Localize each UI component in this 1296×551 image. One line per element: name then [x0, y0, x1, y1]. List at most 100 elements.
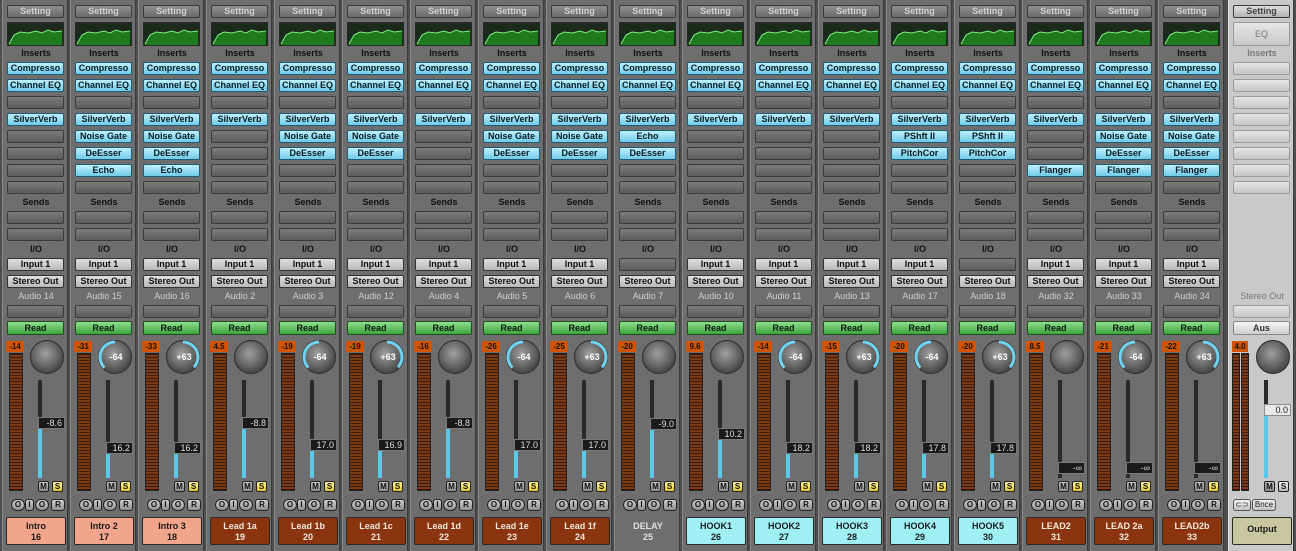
input-monitor-button[interactable]: O: [851, 499, 865, 511]
insert-plugin-slot[interactable]: Noise Gate: [279, 130, 336, 143]
insert-plugin-slot[interactable]: Channel EQ: [1095, 79, 1152, 92]
setting-button[interactable]: Setting: [823, 5, 880, 18]
insert-plugin-slot[interactable]: Echo: [75, 164, 132, 177]
input-button[interactable]: I: [705, 499, 714, 511]
automation-read-button[interactable]: Read: [1027, 321, 1084, 335]
pan-knob[interactable]: +63: [982, 340, 1016, 374]
send-slot[interactable]: [75, 211, 132, 224]
empty-insert-slot[interactable]: [1027, 147, 1084, 160]
channel-name-box[interactable]: LEAD 2a 32: [1094, 517, 1154, 545]
insert-plugin-slot[interactable]: Compresso: [959, 62, 1016, 75]
input-selector[interactable]: Input 1: [279, 258, 336, 271]
input-monitor-button[interactable]: O: [239, 499, 253, 511]
input-monitor-button[interactable]: O: [1191, 499, 1205, 511]
empty-insert-slot[interactable]: [211, 164, 268, 177]
setting-button[interactable]: Setting: [1095, 5, 1152, 18]
record-enable-button[interactable]: O: [283, 499, 297, 511]
mute-button[interactable]: M: [1058, 481, 1069, 492]
record-enable-button[interactable]: O: [691, 499, 705, 511]
automation-slot[interactable]: [1233, 305, 1290, 318]
mute-button[interactable]: M: [1126, 481, 1137, 492]
solo-button[interactable]: S: [324, 481, 335, 492]
input-button[interactable]: I: [297, 499, 306, 511]
setting-button[interactable]: Setting: [279, 5, 336, 18]
insert-plugin-slot[interactable]: SilverVerb: [891, 113, 948, 126]
send-slot[interactable]: [687, 211, 744, 224]
send-slot[interactable]: [415, 228, 472, 241]
peak-level-display[interactable]: -14: [754, 341, 772, 352]
volume-fader[interactable]: -8.8: [446, 416, 473, 429]
automation-read-button[interactable]: Read: [823, 321, 880, 335]
insert-plugin-slot[interactable]: DeEsser: [347, 147, 404, 160]
insert-plugin-slot[interactable]: Channel EQ: [211, 79, 268, 92]
solo-button[interactable]: S: [1004, 481, 1015, 492]
send-slot[interactable]: [1163, 211, 1220, 224]
empty-insert-slot[interactable]: [279, 96, 336, 109]
mute-button[interactable]: M: [990, 481, 1001, 492]
empty-insert-slot[interactable]: [143, 181, 200, 194]
send-slot[interactable]: [551, 228, 608, 241]
record-button[interactable]: R: [595, 499, 609, 511]
volume-fader[interactable]: 17.0: [582, 439, 609, 452]
peak-level-display[interactable]: -20: [890, 341, 908, 352]
insert-plugin-slot[interactable]: Compresso: [1095, 62, 1152, 75]
eq-thumbnail[interactable]: [1163, 22, 1220, 46]
insert-plugin-slot[interactable]: Channel EQ: [891, 79, 948, 92]
setting-button[interactable]: Setting: [551, 5, 608, 18]
send-slot[interactable]: [619, 228, 676, 241]
output-selector[interactable]: Stereo Out: [1095, 275, 1152, 288]
output-selector[interactable]: Stereo Out: [1163, 275, 1220, 288]
insert-plugin-slot[interactable]: DeEsser: [75, 147, 132, 160]
setting-button[interactable]: Setting: [891, 5, 948, 18]
insert-plugin-slot[interactable]: Channel EQ: [347, 79, 404, 92]
setting-button[interactable]: Setting: [415, 5, 472, 18]
channel-name-box[interactable]: DELAY 25: [618, 517, 678, 545]
send-slot[interactable]: [891, 211, 948, 224]
output-selector[interactable]: Stereo Out: [687, 275, 744, 288]
empty-insert-slot[interactable]: [755, 130, 812, 143]
send-slot[interactable]: [755, 211, 812, 224]
empty-insert-slot[interactable]: [823, 181, 880, 194]
record-enable-button[interactable]: O: [215, 499, 229, 511]
insert-plugin-slot[interactable]: Compresso: [891, 62, 948, 75]
pan-knob[interactable]: [710, 340, 744, 374]
insert-plugin-slot[interactable]: Flanger: [1163, 164, 1220, 177]
mute-button[interactable]: M: [38, 481, 49, 492]
insert-plugin-slot[interactable]: SilverVerb: [823, 113, 880, 126]
automation-read-button[interactable]: Read: [551, 321, 608, 335]
empty-insert-slot[interactable]: [415, 147, 472, 160]
pan-knob[interactable]: -64: [302, 340, 336, 374]
empty-insert-slot[interactable]: [211, 181, 268, 194]
empty-insert-slot[interactable]: [687, 96, 744, 109]
insert-plugin-slot[interactable]: Compresso: [1163, 62, 1220, 75]
insert-plugin-slot[interactable]: Channel EQ: [959, 79, 1016, 92]
setting-button[interactable]: Setting: [687, 5, 744, 18]
insert-plugin-slot[interactable]: Compresso: [1027, 62, 1084, 75]
volume-fader[interactable]: 16.2: [106, 441, 133, 454]
insert-plugin-slot[interactable]: Compresso: [75, 62, 132, 75]
record-enable-button[interactable]: O: [895, 499, 909, 511]
insert-plugin-slot[interactable]: SilverVerb: [7, 113, 64, 126]
send-slot[interactable]: [415, 211, 472, 224]
insert-plugin-slot[interactable]: Noise Gate: [483, 130, 540, 143]
eq-thumbnail[interactable]: [279, 22, 336, 46]
eq-thumbnail[interactable]: [7, 22, 64, 46]
record-button[interactable]: R: [323, 499, 337, 511]
output-selector[interactable]: Stereo Out: [959, 275, 1016, 288]
input-button[interactable]: I: [909, 499, 918, 511]
send-slot[interactable]: [1095, 228, 1152, 241]
input-button[interactable]: I: [365, 499, 374, 511]
empty-insert-slot[interactable]: [1233, 147, 1290, 160]
insert-plugin-slot[interactable]: Echo: [619, 130, 676, 143]
insert-plugin-slot[interactable]: Noise Gate: [143, 130, 200, 143]
insert-plugin-slot[interactable]: SilverVerb: [279, 113, 336, 126]
automation-slot[interactable]: [347, 305, 404, 318]
insert-plugin-slot[interactable]: Echo: [143, 164, 200, 177]
channel-name-box[interactable]: Lead 1f 24: [550, 517, 610, 545]
record-button[interactable]: R: [255, 499, 269, 511]
record-enable-button[interactable]: O: [351, 499, 365, 511]
input-monitor-button[interactable]: O: [443, 499, 457, 511]
empty-insert-slot[interactable]: [1233, 96, 1290, 109]
solo-button[interactable]: S: [596, 481, 607, 492]
setting-button[interactable]: Setting: [619, 5, 676, 18]
